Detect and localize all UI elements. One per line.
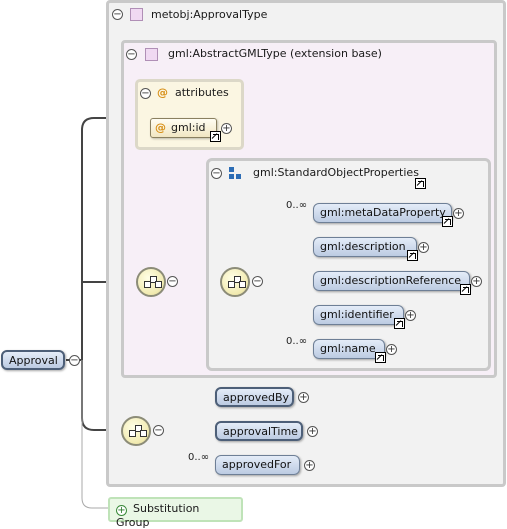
- reference-arrow-icon: [210, 131, 221, 142]
- expand-plus-icon[interactable]: +: [471, 276, 482, 287]
- element-label: approvalTime: [223, 425, 298, 438]
- substitution-group-box[interactable]: + Substitution Group: [108, 497, 243, 529]
- extension-collapse-toggle[interactable]: −: [126, 49, 137, 60]
- element-label: gml:description: [320, 240, 406, 253]
- element-label: approvedBy: [223, 391, 290, 404]
- group-icon: [229, 167, 243, 181]
- multiplicity-label: 0..∞: [286, 200, 308, 211]
- reference-arrow-icon: [407, 250, 418, 261]
- element-gml-metadataproperty[interactable]: gml:metaDataProperty: [313, 203, 452, 223]
- reference-arrow-icon: [375, 352, 386, 363]
- type-collapse-toggle[interactable]: −: [112, 9, 123, 20]
- multiplicity-label: 0..∞: [286, 336, 308, 347]
- group-title: gml:StandardObjectProperties: [253, 166, 419, 179]
- sequence-collapse-toggle[interactable]: −: [153, 425, 164, 436]
- element-gml-description[interactable]: gml:description: [313, 237, 417, 257]
- element-label: Approval: [9, 354, 58, 367]
- reference-arrow-icon: [442, 216, 453, 227]
- sequence-collapse-toggle[interactable]: −: [252, 276, 263, 287]
- expand-plus-icon[interactable]: +: [453, 208, 464, 219]
- root-element-approval[interactable]: Approval: [1, 350, 65, 370]
- attribute-at-icon: @: [155, 121, 166, 134]
- element-label: approvedFor: [222, 458, 292, 471]
- element-label: gml:name: [320, 342, 376, 355]
- type-box-title: metobj:ApprovalType: [151, 8, 268, 21]
- extension-type-icon: [145, 48, 158, 61]
- element-approvedfor[interactable]: approvedFor: [215, 455, 300, 475]
- element-approvedby[interactable]: approvedBy: [215, 387, 294, 407]
- element-label: gml:descriptionReference: [320, 274, 462, 287]
- attribute-label: gml:id: [171, 121, 206, 134]
- group-collapse-toggle[interactable]: −: [211, 168, 222, 179]
- extension-box-title: gml:AbstractGMLType (extension base): [168, 47, 382, 60]
- multiplicity-label: 0..∞: [188, 452, 210, 463]
- expand-plus-icon[interactable]: +: [418, 242, 429, 253]
- element-gml-descriptionreference[interactable]: gml:descriptionReference: [313, 271, 470, 291]
- reference-arrow-icon: [415, 178, 426, 189]
- reference-arrow-icon: [460, 284, 471, 295]
- sequence-compositor-icon[interactable]: [121, 416, 151, 446]
- element-approvaltime[interactable]: approvalTime: [215, 421, 303, 441]
- attributes-collapse-toggle[interactable]: −: [140, 88, 151, 99]
- reference-arrow-icon: [394, 318, 405, 329]
- attributes-title: attributes: [175, 86, 229, 99]
- sequence-compositor-icon[interactable]: [136, 267, 166, 297]
- expand-plus-icon[interactable]: +: [221, 123, 232, 134]
- attributes-at-icon: @: [157, 86, 168, 99]
- expand-plus-icon[interactable]: +: [386, 344, 397, 355]
- complex-type-icon: [130, 8, 143, 21]
- attribute-gml-id[interactable]: @ gml:id: [150, 118, 217, 138]
- expand-plus-icon[interactable]: +: [298, 392, 309, 403]
- expand-plus-icon[interactable]: +: [405, 310, 416, 321]
- expand-plus-icon[interactable]: +: [307, 426, 318, 437]
- element-label: gml:metaDataProperty: [320, 206, 446, 219]
- element-label: gml:identifier: [320, 308, 394, 321]
- element-gml-identifier[interactable]: gml:identifier: [313, 305, 404, 325]
- root-collapse-toggle[interactable]: −: [69, 355, 80, 366]
- sequence-collapse-toggle[interactable]: −: [167, 276, 178, 287]
- substitution-expand-toggle[interactable]: +: [116, 505, 127, 516]
- sequence-compositor-icon[interactable]: [220, 267, 250, 297]
- expand-plus-icon[interactable]: +: [304, 460, 315, 471]
